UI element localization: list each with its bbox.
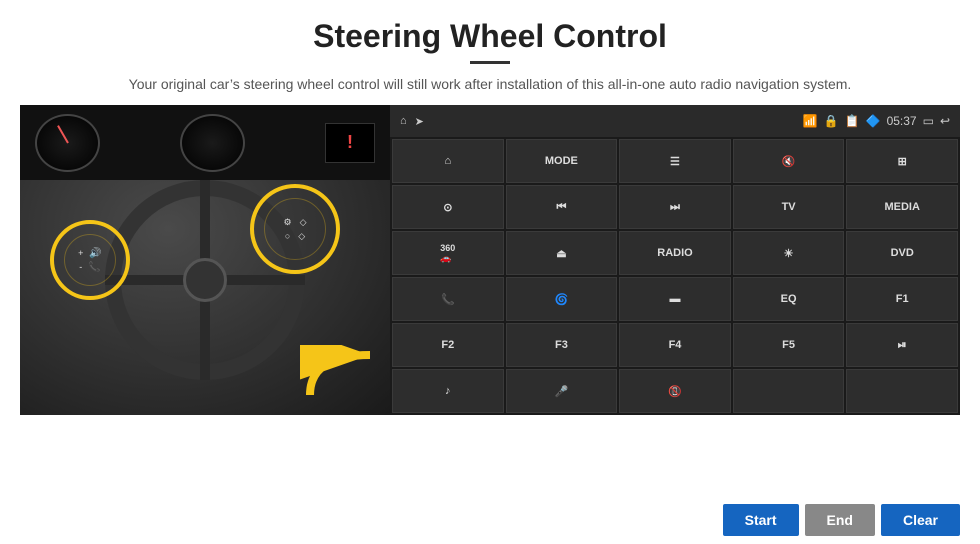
subtitle-text: Your original car’s steering wheel contr… (60, 74, 920, 95)
mute-icon: 🔇 (782, 155, 796, 168)
time-display: 05:37 (887, 114, 917, 128)
send-icon: ➤ (415, 115, 424, 128)
page-container: Steering Wheel Control Your original car… (0, 0, 980, 544)
360-icon: 360🚗 (440, 243, 455, 264)
btn-prev[interactable]: ⏮ (506, 185, 618, 229)
content-area: ! +🔊 -📞 (0, 105, 980, 496)
f4-label: F4 (669, 339, 682, 351)
media-label: MEDIA (884, 201, 919, 213)
btn-f4[interactable]: F4 (619, 323, 731, 367)
btn-apps[interactable]: ⊞ (846, 139, 958, 183)
btn-music[interactable]: ♪ (392, 369, 504, 413)
f2-label: F2 (441, 339, 454, 351)
buttons-grid: ⌂ MODE ☰ 🔇 ⊞ ⊙ ⏮ ⏭ TV MEDIA 360🚗 ⏏ RADIO… (390, 137, 960, 415)
status-bar: ⌂ ➤ 📶 🔒 📋 🔷 05:37 ▭ ↩ (390, 105, 960, 137)
f1-label: F1 (896, 293, 909, 305)
status-bar-left: ⌂ ➤ (400, 115, 424, 128)
radio-label: RADIO (657, 247, 692, 259)
steering-image: ! +🔊 -📞 (20, 105, 390, 415)
status-bar-right: 📶 🔒 📋 🔷 05:37 ▭ ↩ (803, 114, 950, 128)
back-icon: ↩ (940, 114, 950, 128)
screen-icon: ▬ (669, 293, 680, 305)
control-panel: ⌂ ➤ 📶 🔒 📋 🔷 05:37 ▭ ↩ ⌂ MODE ☰ (390, 105, 960, 415)
btn-mic[interactable]: 🎤 (506, 369, 618, 413)
btn-menu[interactable]: ☰ (619, 139, 731, 183)
btn-dvd[interactable]: DVD (846, 231, 958, 275)
f3-label: F3 (555, 339, 568, 351)
brightness-icon: ☀ (784, 247, 794, 260)
wifi-icon: 📶 (803, 114, 818, 128)
btn-empty-1 (733, 369, 845, 413)
sim-icon: 📋 (845, 114, 860, 128)
page-title: Steering Wheel Control (60, 18, 920, 55)
mic-icon: 🎤 (555, 385, 569, 398)
music-icon: ♪ (445, 385, 451, 397)
yellow-circle-right: ⚙◇ ○◇ (250, 184, 340, 274)
btn-play-pause[interactable]: ⏯ (846, 323, 958, 367)
tv-label: TV (782, 201, 796, 213)
menu-icon: ☰ (670, 155, 680, 168)
mode-label: MODE (545, 155, 578, 167)
title-divider (470, 61, 510, 64)
bluetooth-icon: 🔷 (866, 114, 881, 128)
browse-icon: 🌀 (555, 293, 569, 306)
btn-empty-2 (846, 369, 958, 413)
lock-icon: 🔒 (824, 114, 839, 128)
btn-browse[interactable]: 🌀 (506, 277, 618, 321)
call-end-icon: 📵 (668, 385, 682, 398)
settings-circle-icon: ⊙ (443, 201, 452, 214)
btn-mode[interactable]: MODE (506, 139, 618, 183)
yellow-circle-left: +🔊 -📞 (50, 220, 130, 300)
btn-screen[interactable]: ▬ (619, 277, 731, 321)
btn-radio[interactable]: RADIO (619, 231, 731, 275)
btn-next[interactable]: ⏭ (619, 185, 731, 229)
yellow-arrow (300, 345, 380, 405)
btn-mute[interactable]: 🔇 (733, 139, 845, 183)
btn-f3[interactable]: F3 (506, 323, 618, 367)
btn-home[interactable]: ⌂ (392, 139, 504, 183)
header-section: Steering Wheel Control Your original car… (0, 0, 980, 105)
monitor-icon: ▭ (923, 114, 934, 128)
home-status-icon: ⌂ (400, 115, 407, 127)
btn-call-end[interactable]: 📵 (619, 369, 731, 413)
bottom-controls: Start End Clear (0, 496, 980, 544)
btn-settings-circle[interactable]: ⊙ (392, 185, 504, 229)
steering-wheel-bg: ! +🔊 -📞 (20, 105, 390, 415)
btn-tv[interactable]: TV (733, 185, 845, 229)
btn-eq[interactable]: EQ (733, 277, 845, 321)
eject-icon: ⏏ (556, 247, 566, 260)
btn-brightness[interactable]: ☀ (733, 231, 845, 275)
home-icon: ⌂ (444, 155, 451, 167)
play-pause-icon: ⏯ (898, 339, 907, 352)
clear-button[interactable]: Clear (881, 504, 960, 536)
btn-360[interactable]: 360🚗 (392, 231, 504, 275)
dvd-label: DVD (891, 247, 914, 259)
prev-icon: ⏮ (556, 201, 566, 214)
btn-f2[interactable]: F2 (392, 323, 504, 367)
start-button[interactable]: Start (723, 504, 799, 536)
btn-phone[interactable]: 📞 (392, 277, 504, 321)
btn-f1[interactable]: F1 (846, 277, 958, 321)
btn-eject[interactable]: ⏏ (506, 231, 618, 275)
btn-f5[interactable]: F5 (733, 323, 845, 367)
eq-label: EQ (781, 293, 797, 305)
f5-label: F5 (782, 339, 795, 351)
end-button[interactable]: End (805, 504, 875, 536)
btn-media[interactable]: MEDIA (846, 185, 958, 229)
next-icon: ⏭ (670, 201, 680, 214)
apps-icon: ⊞ (898, 155, 907, 168)
phone-icon: 📞 (441, 293, 455, 306)
